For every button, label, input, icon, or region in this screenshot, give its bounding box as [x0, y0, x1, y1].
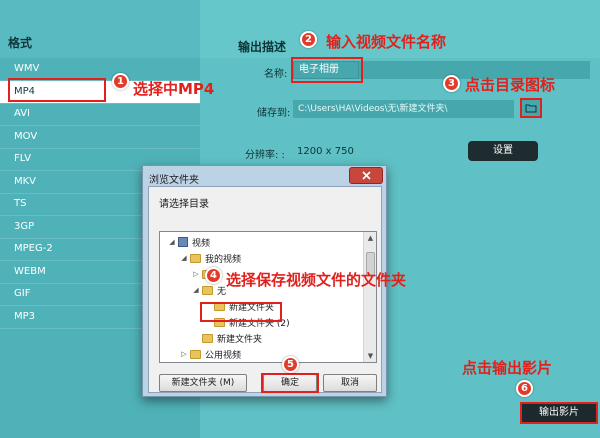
step-2-badge: 2	[300, 31, 317, 48]
video-export-app: 格式 WMV MP4 AVI MOV FLV MKV TS 3GP MPEG-2 WEBM GIF M…	[0, 0, 600, 438]
folder-icon	[202, 333, 213, 343]
step-3-badge: 3	[443, 75, 460, 92]
folder-tree[interactable]: ◢ 视频 ◢ 我的视频 ▷ ◢ 无新建文件夹 新建文件夹 (2) 新建文件夹 ▷ 公用视频 ▲ ▼	[159, 231, 377, 363]
tree-item[interactable]: ◢ 我的视频	[180, 250, 241, 266]
step-1-badge: 1	[112, 73, 129, 90]
expand-arrow-icon[interactable]: ◢	[168, 238, 176, 246]
folder-icon	[190, 349, 201, 359]
step-6-badge: 6	[516, 380, 533, 397]
tree-item[interactable]: ◢ 视频	[168, 234, 210, 250]
scroll-up-icon[interactable]: ▲	[364, 232, 376, 244]
step-4-badge: 4	[205, 267, 222, 284]
step-4-text: 选择保存视频文件的文件夹	[226, 271, 407, 289]
settings-button[interactable]: 设置	[468, 141, 538, 161]
collapse-arrow-icon[interactable]: ▷	[180, 350, 188, 358]
folder-selection-box	[200, 302, 282, 322]
section-title: 输出描述	[238, 40, 287, 54]
new-folder-button[interactable]: 新建文件夹 (M)	[159, 374, 247, 392]
video-library-icon	[178, 237, 188, 247]
tree-item-label: 无	[217, 286, 227, 297]
cancel-button[interactable]: 取消	[323, 374, 377, 392]
folder-icon	[525, 104, 537, 113]
step-2-text: 输入视频文件名称	[326, 33, 447, 51]
format-item-mov[interactable]: MOV	[0, 126, 200, 148]
tree-item[interactable]: ▷ 公用视频	[180, 346, 241, 362]
folder-icon	[202, 285, 213, 295]
save-path-input[interactable]: C:\Users\HA\Videos\无\新建文件夹\	[293, 100, 514, 118]
ok-highlight-box	[261, 373, 319, 393]
browse-folder-button[interactable]	[520, 98, 542, 118]
step-5-badge: 5	[282, 356, 299, 373]
scroll-down-icon[interactable]: ▼	[364, 350, 376, 362]
save-location-label: 储存到:	[257, 108, 291, 119]
resolution-label: 分辨率: :	[245, 150, 285, 161]
format-item-wmv[interactable]: WMV	[0, 58, 200, 80]
close-icon	[361, 171, 371, 180]
tree-item-label: 视频	[192, 238, 211, 249]
step-6-text: 点击输出影片	[462, 359, 553, 377]
resolution-value: 1200 x 750	[297, 146, 354, 157]
name-label: 名称:	[264, 69, 288, 80]
mp4-highlight-box	[8, 78, 106, 102]
dialog-title: 浏览文件夹	[149, 175, 199, 186]
step-1-text: 选择中MP4	[133, 80, 215, 98]
tree-item-label: 公用视频	[205, 350, 242, 361]
export-video-button[interactable]: 输出影片	[520, 402, 598, 424]
tree-item[interactable]: 新建文件夹	[192, 330, 262, 346]
expand-arrow-icon[interactable]: ◢	[192, 286, 200, 294]
tree-scrollbar[interactable]: ▲ ▼	[363, 232, 376, 362]
sidebar-title: 格式	[8, 36, 33, 50]
expand-arrow-icon[interactable]: ◢	[180, 254, 188, 262]
dialog-prompt: 请选择目录	[159, 199, 209, 210]
tree-item-label: 新建文件夹	[217, 334, 263, 345]
collapse-arrow-icon[interactable]: ▷	[192, 270, 200, 278]
tree-item-label: 我的视频	[205, 254, 242, 265]
folder-icon	[190, 253, 201, 263]
step-3-text: 点击目录图标	[465, 76, 556, 94]
name-highlight-box	[291, 57, 363, 83]
tree-item[interactable]: ◢ 无	[192, 282, 226, 298]
format-item-avi[interactable]: AVI	[0, 103, 200, 125]
dialog-close-button[interactable]	[349, 167, 383, 184]
